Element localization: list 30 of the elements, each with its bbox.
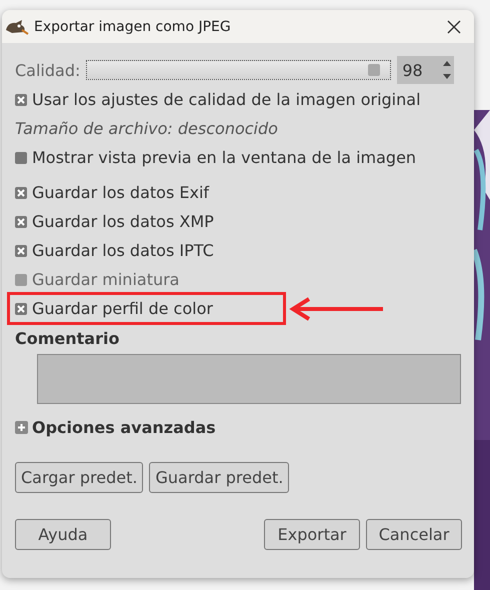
- close-icon: [447, 20, 461, 34]
- preset-button[interactable]: Guardar predet.: [149, 462, 290, 493]
- comment-heading: Comentario: [15, 329, 120, 348]
- checkbox-label[interactable]: Mostrar vista previa en la ventana de la imagen: [32, 148, 416, 167]
- quality-slider[interactable]: [86, 60, 392, 80]
- checkbox[interactable]: [15, 94, 27, 106]
- advanced-options-expander[interactable]: Opciones avanzadas: [15, 418, 216, 437]
- checkbox-label[interactable]: Guardar los datos Exif: [32, 183, 210, 202]
- file-size-info: Tamaño de archivo: desconocido: [15, 118, 279, 140]
- checkbox-label[interactable]: Usar los ajustes de calidad de la imagen original: [32, 90, 421, 109]
- checkbox-label[interactable]: Guardar los datos IPTC: [32, 241, 214, 260]
- arrow-icon: [287, 297, 385, 321]
- checkbox[interactable]: [15, 186, 27, 198]
- dialog-button[interactable]: Exportar: [264, 519, 360, 550]
- window-title: Exportar imagen como JPEG: [34, 18, 232, 34]
- slider-thumb[interactable]: [368, 64, 380, 76]
- help-button[interactable]: Ayuda: [15, 519, 111, 550]
- checkbox[interactable]: [15, 302, 27, 314]
- wilber-icon: [4, 18, 30, 36]
- checkbox-label[interactable]: Guardar perfil de color: [32, 299, 213, 318]
- checkbox[interactable]: [15, 152, 27, 164]
- preset-button[interactable]: Cargar predet.: [15, 462, 144, 493]
- comment-field[interactable]: [37, 354, 461, 404]
- plus-icon: [15, 421, 28, 434]
- quality-spinbox[interactable]: 98: [397, 56, 454, 84]
- checkbox-label[interactable]: Guardar los datos XMP: [32, 212, 214, 231]
- dialog-button[interactable]: Cancelar: [366, 519, 462, 550]
- quality-label: Calidad:: [15, 60, 80, 80]
- checkbox[interactable]: [15, 216, 27, 228]
- checkbox[interactable]: [15, 244, 27, 256]
